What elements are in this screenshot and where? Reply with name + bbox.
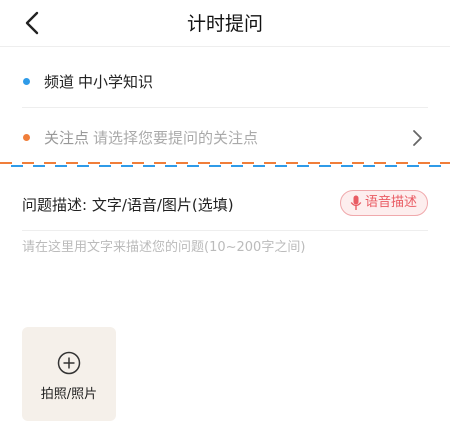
voice-description-button[interactable]: 语音描述 <box>340 190 428 216</box>
focus-placeholder: 请选择您要提问的关注点 <box>93 129 259 147</box>
focus-dot <box>23 134 30 141</box>
channel-label: 频道 <box>44 73 75 91</box>
channel-row[interactable]: 频道 中小学知识 <box>0 58 450 106</box>
microphone-icon <box>350 195 362 210</box>
focus-label: 关注点 <box>44 129 90 147</box>
top-bar: 计时提问 <box>0 0 450 47</box>
divider <box>22 230 428 231</box>
voice-button-label: 语音描述 <box>365 195 418 210</box>
description-label: 问题描述: 文字/语音/图片(选填) <box>22 196 234 214</box>
photo-upload-label: 拍照/照片 <box>40 387 98 402</box>
channel-dot <box>23 78 30 85</box>
chevron-right-icon <box>413 130 422 146</box>
decorative-striped-divider <box>0 162 450 167</box>
focus-point-selector[interactable]: 关注点 请选择您要提问的关注点 <box>0 115 450 159</box>
photo-upload-button[interactable]: 拍照/照片 <box>22 327 116 421</box>
page-title: 计时提问 <box>186 13 263 35</box>
plus-circle-icon <box>57 351 81 375</box>
description-textarea[interactable] <box>22 236 428 296</box>
channel-value: 中小学知识 <box>78 73 154 91</box>
divider <box>22 107 428 108</box>
